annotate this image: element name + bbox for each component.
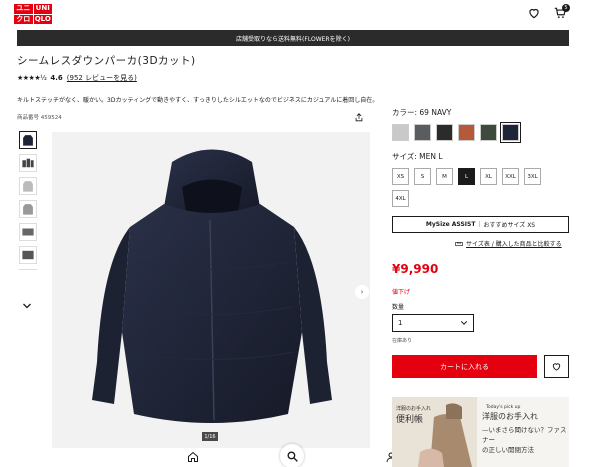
size-option[interactable]: XXL [502, 168, 519, 185]
size-option[interactable]: 4XL [392, 190, 409, 207]
color-swatch[interactable] [480, 124, 497, 141]
chevron-down-icon [460, 321, 468, 325]
size-option[interactable]: 3XL [524, 168, 541, 185]
thumbnail-divider [19, 269, 37, 270]
product-code: 商品番号 459524 [17, 115, 62, 121]
jacket-thumb-icon [22, 228, 34, 236]
jacket-thumb-icon [22, 250, 34, 260]
thumbnail[interactable] [19, 223, 37, 241]
favorite-button[interactable] [544, 355, 569, 378]
mysize-assist-button[interactable]: MySize ASSIST | おすすめサイズ XS [392, 216, 569, 233]
size-option[interactable]: XS [392, 168, 409, 185]
rating-score: 4.6 [50, 74, 63, 82]
color-swatch[interactable] [500, 122, 521, 143]
search-icon[interactable] [280, 444, 304, 467]
size-chart-link[interactable]: サイズ表 / 購入した商品と比較する [455, 239, 562, 248]
product-title: シームレスダウンパーカ(3Dカット) [17, 55, 196, 67]
uniqlo-logo[interactable]: ユニ UNI クロ QLO [14, 4, 52, 24]
ruler-icon [455, 241, 463, 246]
promo-image: 洋服のお手入れ 便利帳 [392, 397, 477, 467]
logo-cell: QLO [33, 14, 52, 24]
thumbnail[interactable] [19, 246, 37, 264]
color-label: カラー: 69 NAVY [392, 108, 452, 117]
heart-icon[interactable] [527, 6, 541, 20]
promo-subtitle-line: —いまさら聞けない？ファスナー [482, 426, 567, 444]
price-down-tag: 値下げ [392, 289, 411, 296]
home-icon[interactable] [183, 447, 203, 467]
color-swatch[interactable] [458, 124, 475, 141]
mysize-left-label: MySize ASSIST [425, 221, 476, 228]
promo-image-caption: 便利帳 [396, 415, 424, 425]
size-options: XS S M L XL XXL 3XL 4XL [392, 168, 562, 207]
size-option[interactable]: M [436, 168, 453, 185]
product-description: キルトステッチがなく、暖かい。3Dカッティングで動きやすく、すっきりしたシルエッ… [17, 97, 379, 104]
logo-cell: ユニ [14, 4, 33, 14]
reviews-link[interactable]: (952 レビューを見る) [67, 73, 137, 83]
promo-tag: Today's pick up [486, 405, 521, 410]
jacket-thumb-icon [23, 135, 33, 146]
thumbnail[interactable] [19, 154, 37, 172]
promo-card[interactable]: 洋服のお手入れ 便利帳 Today's pick up 洋服のお手入れ —いまさ… [392, 397, 569, 467]
color-swatches [392, 122, 521, 143]
thumbnail[interactable] [19, 200, 37, 218]
size-option[interactable]: XL [480, 168, 497, 185]
color-swatch[interactable] [414, 124, 431, 141]
jacket-thumb-icon [23, 204, 33, 215]
promo-image-caption-top: 洋服のお手入れ [396, 406, 432, 412]
add-to-cart-button[interactable]: カートに入れる [392, 355, 537, 378]
quantity-label: 数量 [392, 304, 405, 311]
logo-cell: クロ [14, 14, 33, 24]
product-rating: ★★★★½ 4.6 (952 レビューを見る) [17, 73, 137, 83]
chevron-right-icon[interactable]: › [355, 285, 369, 299]
promo-subtitle-line: の正しい開閉方法 [482, 445, 534, 454]
jacket-thumb-icon [23, 181, 33, 192]
thumbnail[interactable] [19, 177, 37, 195]
mysize-right-label: おすすめサイズ XS [483, 222, 536, 229]
thumbnail[interactable] [19, 131, 37, 149]
chevron-down-icon[interactable] [22, 302, 32, 310]
stock-status: 在庫あり [392, 338, 413, 344]
size-option[interactable]: S [414, 168, 431, 185]
size-option[interactable]: L [458, 168, 475, 185]
rating-stars: ★★★★½ [17, 74, 47, 82]
share-icon[interactable] [354, 112, 364, 123]
logo-cell: UNI [33, 4, 52, 14]
heart-icon [552, 363, 561, 371]
image-counter: 1/16 [202, 432, 218, 441]
promo-title: 洋服のお手入れ [482, 412, 538, 421]
quantity-select[interactable]: 1 [392, 314, 474, 332]
thumbnail-strip [19, 131, 37, 284]
color-swatch[interactable] [436, 124, 453, 141]
color-swatch[interactable] [392, 124, 409, 141]
size-label: サイズ: MEN L [392, 152, 443, 161]
jacket-thumb-icon [22, 158, 34, 168]
mysize-separator: | [478, 221, 481, 228]
product-image[interactable] [52, 132, 370, 448]
quantity-value: 1 [398, 319, 403, 327]
size-chart-text: サイズ表 / 購入した商品と比較する [466, 241, 562, 248]
price: ¥9,990 [392, 262, 439, 276]
cart-count-badge: 5 [562, 4, 570, 12]
promo-subtitle: —いまさら聞けない？ファスナー の正しい開閉方法 [482, 426, 569, 455]
shipping-banner[interactable]: 店舗受取りなら送料無料(FLOWERを除く) [17, 30, 569, 46]
down-jacket-image [92, 149, 332, 423]
